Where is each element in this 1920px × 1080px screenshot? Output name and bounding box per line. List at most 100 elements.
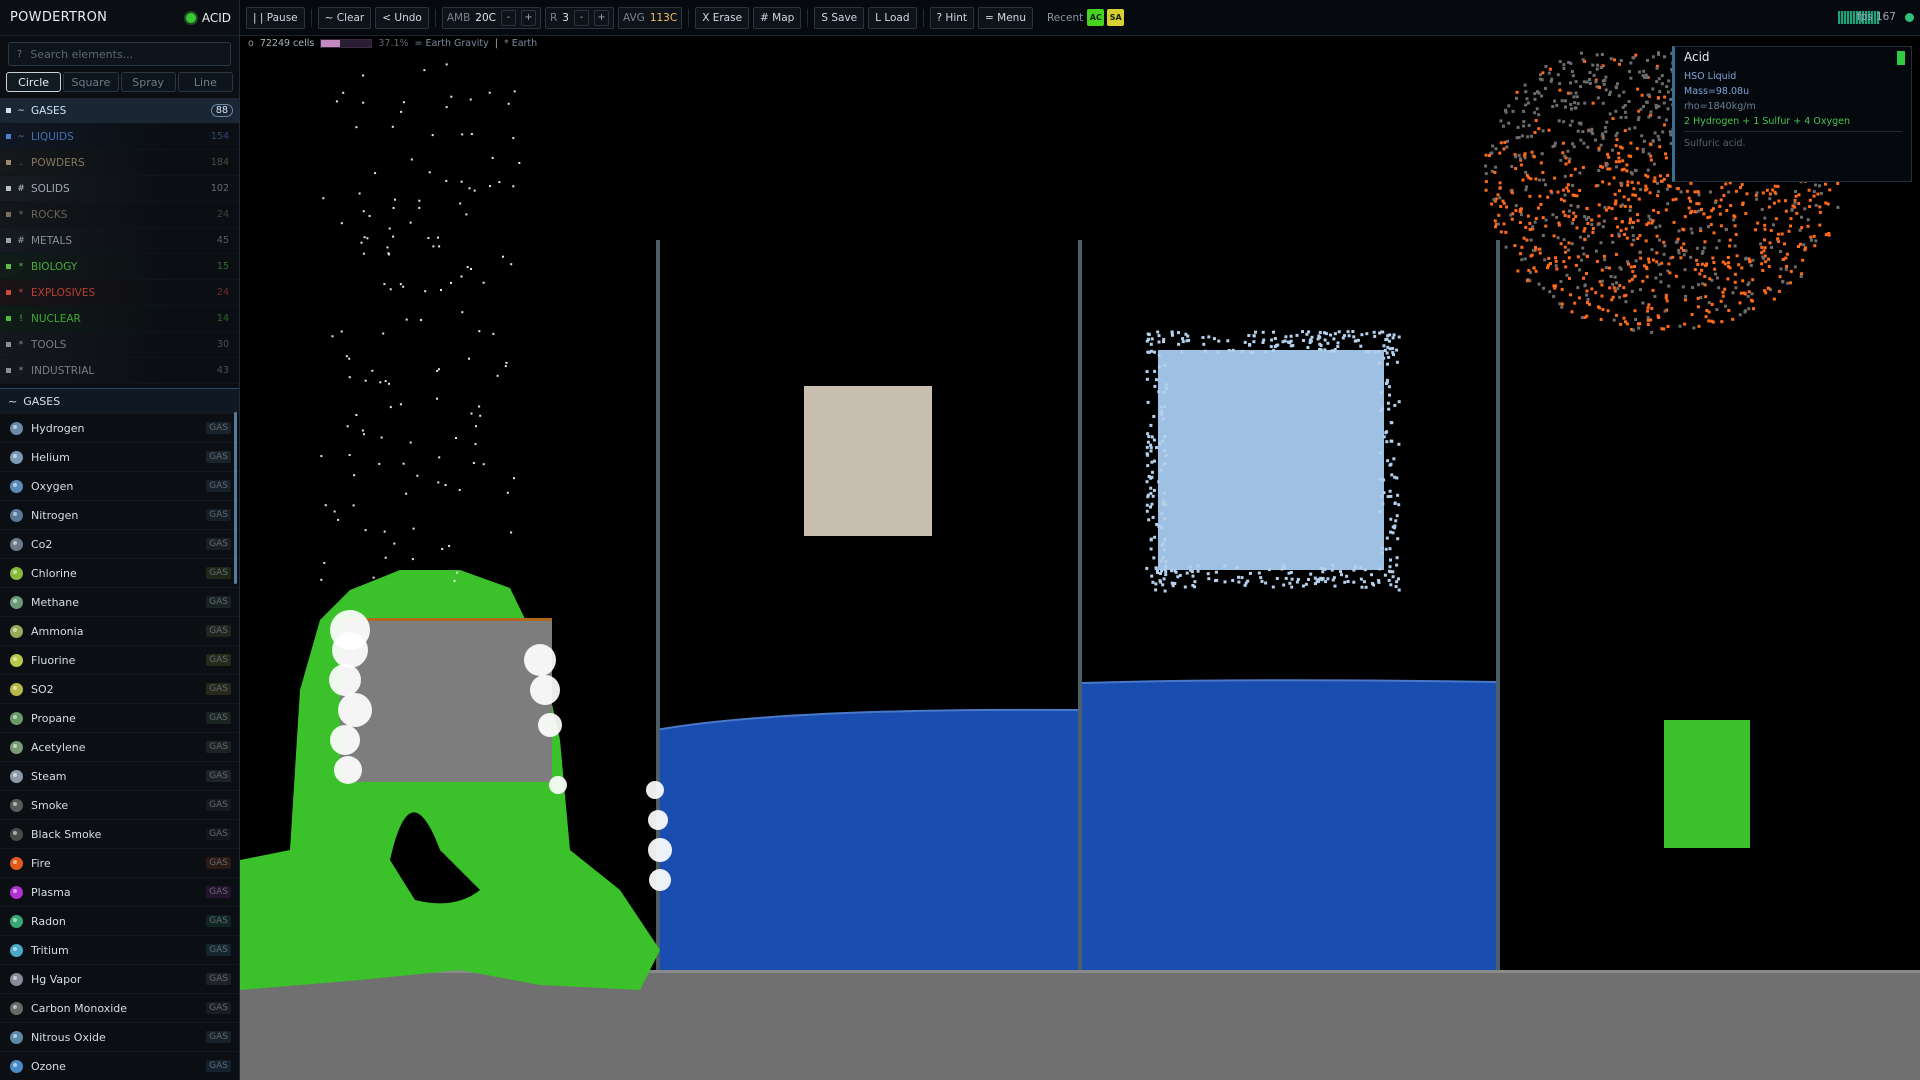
fire-smoke-particle [1620, 220, 1624, 224]
element-item-smoke[interactable]: Smoke GAS [0, 791, 239, 820]
category-gases[interactable]: ~ GASES 88 [0, 98, 239, 124]
element-item-fire[interactable]: Fire GAS [0, 849, 239, 878]
menu-button[interactable]: = Menu [978, 6, 1033, 29]
fire-smoke-particle [1790, 208, 1794, 211]
fire-smoke-particle [1697, 283, 1701, 287]
recent-element-ac-button[interactable]: AC [1087, 9, 1105, 26]
ice-particle [1177, 331, 1180, 335]
clear-button[interactable]: ~ Clear [317, 6, 372, 29]
recent-element-sa-button[interactable]: SA [1107, 9, 1125, 26]
element-item-methane[interactable]: Methane GAS [0, 588, 239, 617]
radius-decrease-button[interactable]: - [573, 9, 589, 26]
radius-increase-button[interactable]: + [593, 9, 609, 26]
category-powders[interactable]: . POWDERS 184 [0, 150, 239, 176]
brush-line-button[interactable]: Line [177, 72, 233, 92]
simulation-canvas[interactable] [240, 50, 1920, 1080]
gravity-mode[interactable]: = Earth Gravity [415, 38, 489, 49]
element-item-acetylene[interactable]: Acetylene GAS [0, 733, 239, 762]
element-item-nitrogen[interactable]: Nitrogen GAS [0, 501, 239, 530]
element-item-plasma[interactable]: Plasma GAS [0, 878, 239, 907]
element-item-black-smoke[interactable]: Black Smoke GAS [0, 820, 239, 849]
fire-smoke-particle [1633, 309, 1637, 313]
fire-smoke-particle [1763, 227, 1767, 231]
search-box[interactable]: ? [8, 42, 231, 66]
element-item-tritium[interactable]: Tritium GAS [0, 936, 239, 965]
fire-smoke-particle [1523, 257, 1527, 261]
save-button[interactable]: S Save [814, 6, 865, 29]
fire-smoke-particle [1700, 268, 1704, 272]
fire-smoke-particle [1498, 151, 1502, 155]
category-explosives[interactable]: * EXPLOSIVES 24 [0, 280, 239, 306]
category-tools[interactable]: * TOOLS 30 [0, 332, 239, 358]
sidebar-scrollbar[interactable] [234, 412, 237, 584]
fire-smoke-particle [1812, 234, 1816, 238]
element-item-co2[interactable]: Co2 GAS [0, 530, 239, 559]
element-item-helium[interactable]: Helium GAS [0, 443, 239, 472]
search-input[interactable] [30, 47, 221, 61]
fire-smoke-particle [1756, 221, 1760, 225]
fire-smoke-particle [1631, 221, 1635, 224]
category-nuclear[interactable]: ! NUCLEAR 14 [0, 306, 239, 332]
element-item-chlorine[interactable]: Chlorine GAS [0, 559, 239, 588]
category-industrial[interactable]: * INDUSTRIAL 43 [0, 358, 239, 384]
fire-smoke-particle [1797, 202, 1801, 205]
fire-smoke-particle [1549, 189, 1553, 193]
gas-particle [488, 91, 491, 94]
ice-particle [1152, 438, 1156, 442]
fire-smoke-particle [1674, 197, 1678, 201]
undo-button[interactable]: < Undo [375, 6, 429, 29]
brush-spray-button[interactable]: Spray [120, 72, 176, 92]
fire-smoke-particle [1499, 230, 1503, 234]
element-item-ozone[interactable]: Ozone GAS [0, 1052, 239, 1080]
brush-square-button[interactable]: Square [63, 72, 119, 92]
category-metals[interactable]: # METALS 45 [0, 228, 239, 254]
category-solids[interactable]: # SOLIDS 102 [0, 176, 239, 202]
info-recipe: 2 Hydrogen + 1 Sulfur + 4 Oxygen [1684, 116, 1850, 127]
category-biology[interactable]: * BIOLOGY 15 [0, 254, 239, 280]
ice-particle [1324, 332, 1328, 336]
fire-smoke-particle [1559, 242, 1563, 246]
fire-smoke-particle [1712, 231, 1716, 235]
category-rocks[interactable]: * ROCKS 24 [0, 202, 239, 228]
fire-smoke-particle [1738, 313, 1742, 317]
ambient-increase-button[interactable]: + [520, 9, 536, 26]
element-item-carbon-monoxide[interactable]: Carbon Monoxide GAS [0, 994, 239, 1023]
fire-smoke-particle [1563, 245, 1567, 249]
fire-smoke-particle [1594, 249, 1598, 253]
ice-particle [1153, 384, 1157, 388]
element-item-nitrous-oxide[interactable]: Nitrous Oxide GAS [0, 1023, 239, 1052]
fire-smoke-particle [1759, 242, 1763, 246]
fire-smoke-particle [1505, 145, 1509, 149]
fire-smoke-particle [1742, 291, 1746, 295]
element-item-oxygen[interactable]: Oxygen GAS [0, 472, 239, 501]
fire-smoke-particle [1531, 225, 1535, 229]
fire-smoke-particle [1601, 308, 1605, 311]
element-item-so2[interactable]: SO2 GAS [0, 675, 239, 704]
fire-smoke-particle [1558, 88, 1562, 92]
hint-button[interactable]: ? Hint [929, 6, 975, 29]
fire-smoke-particle [1689, 255, 1693, 259]
element-item-steam[interactable]: Steam GAS [0, 762, 239, 791]
fire-smoke-particle [1642, 105, 1645, 108]
element-item-radon[interactable]: Radon GAS [0, 907, 239, 936]
pause-button[interactable]: | | Pause [246, 6, 305, 29]
element-item-fluorine[interactable]: Fluorine GAS [0, 646, 239, 675]
ice-particle [1337, 330, 1341, 334]
gas-particle [470, 268, 472, 270]
category-liquids[interactable]: ~ LIQUIDS 154 [0, 124, 239, 150]
element-item-propane[interactable]: Propane GAS [0, 704, 239, 733]
world-preset[interactable]: * Earth [504, 38, 537, 49]
fire-smoke-particle [1529, 238, 1533, 242]
load-button[interactable]: L Load [868, 6, 917, 29]
map-button[interactable]: # Map [753, 6, 802, 29]
gases-section-header[interactable]: ~ GASES [0, 388, 239, 414]
ice-particle [1145, 566, 1149, 570]
brush-circle-button[interactable]: Circle [6, 72, 62, 92]
element-item-ammonia[interactable]: Ammonia GAS [0, 617, 239, 646]
element-item-hg-vapor[interactable]: Hg Vapor GAS [0, 965, 239, 994]
ice-particle [1391, 531, 1395, 535]
erase-button[interactable]: X Erase [695, 6, 750, 29]
fire-smoke-particle [1634, 318, 1638, 321]
element-item-hydrogen[interactable]: Hydrogen GAS [0, 414, 239, 443]
ambient-decrease-button[interactable]: - [500, 9, 516, 26]
